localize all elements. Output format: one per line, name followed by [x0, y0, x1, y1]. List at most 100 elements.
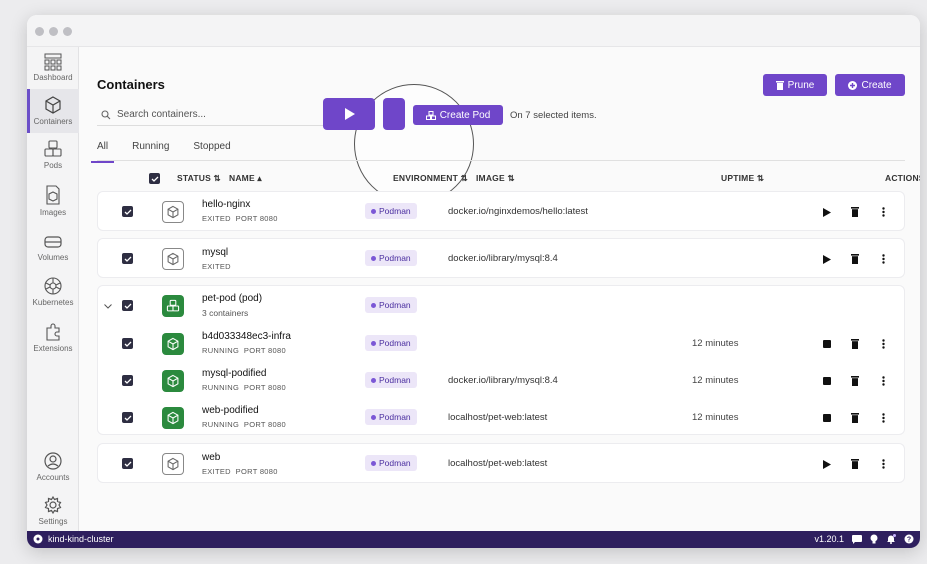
close-window-button[interactable] [35, 27, 44, 36]
play-icon[interactable] [821, 206, 833, 218]
stop-icon[interactable] [821, 375, 833, 387]
app-window: Dashboard Containers Pods Images Volumes… [27, 15, 920, 548]
pod-name[interactable]: pet-pod (pod) [202, 293, 262, 304]
column-environment-label: ENVIRONMENT [393, 173, 459, 183]
status-bar: kind-kind-cluster v1.20.1 ? [27, 531, 920, 548]
container-icon [45, 96, 61, 114]
more-options-icon[interactable] [877, 253, 889, 265]
container-name[interactable]: mysql-podified [202, 368, 266, 379]
column-image[interactable]: IMAGE ⇅ [476, 173, 515, 184]
tab-stopped[interactable]: Stopped [193, 135, 230, 157]
row-checkbox[interactable] [122, 253, 133, 264]
lightbulb-icon[interactable] [870, 534, 878, 544]
pod-group: pet-pod (pod) 3 containers Podman b4d033… [97, 285, 905, 435]
sidebar-item-extensions[interactable]: Extensions [27, 322, 79, 364]
play-icon[interactable] [821, 253, 833, 265]
trash-icon[interactable] [849, 412, 861, 424]
minimize-window-button[interactable] [49, 27, 58, 36]
uptime: 12 minutes [692, 375, 739, 386]
table-row[interactable]: web EXITED PORT 8080 Podman localhost/pe… [97, 443, 905, 483]
more-options-icon[interactable] [877, 412, 889, 424]
row-checkbox[interactable] [122, 412, 133, 423]
row-checkbox[interactable] [122, 338, 133, 349]
bulk-action-button[interactable] [383, 98, 405, 130]
checkmark-icon [124, 378, 131, 384]
tab-running[interactable]: Running [132, 135, 169, 157]
container-name[interactable]: hello-nginx [202, 199, 250, 210]
sidebar-item-containers[interactable]: Containers [27, 89, 79, 133]
play-icon[interactable] [821, 458, 833, 470]
container-exited-icon [162, 201, 184, 223]
chat-icon[interactable] [852, 534, 862, 544]
help-icon[interactable]: ? [904, 534, 914, 544]
row-checkbox[interactable] [122, 458, 133, 469]
sort-up-icon: ▴ [257, 173, 262, 183]
more-options-icon[interactable] [877, 458, 889, 470]
tab-all[interactable]: All [90, 135, 115, 163]
sidebar-item-accounts[interactable]: Accounts [27, 451, 79, 491]
trash-icon[interactable] [849, 206, 861, 218]
prune-button[interactable]: Prune [763, 74, 827, 96]
container-name[interactable]: b4d033348ec3-infra [202, 331, 291, 342]
container-name[interactable]: mysql [202, 247, 228, 258]
trash-icon [775, 80, 784, 90]
create-button[interactable]: Create [835, 74, 905, 96]
checkmark-icon [151, 176, 158, 182]
sidebar-item-pods[interactable]: Pods [27, 139, 79, 179]
bell-icon[interactable] [886, 534, 896, 544]
podman-dot-icon [371, 340, 376, 346]
environment-badge: Podman [365, 409, 417, 425]
environment-badge: Podman [365, 335, 417, 351]
stop-icon[interactable] [821, 338, 833, 350]
extensions-icon [46, 323, 60, 341]
sidebar-item-kubernetes[interactable]: Kubernetes [27, 276, 79, 318]
column-name[interactable]: NAME ▴ [229, 173, 262, 184]
row-checkbox[interactable] [122, 375, 133, 386]
select-all-checkbox[interactable] [149, 173, 160, 184]
container-running-icon [162, 407, 184, 429]
trash-icon[interactable] [849, 458, 861, 470]
column-status[interactable]: STATUS ⇅ [177, 173, 221, 184]
container-name[interactable]: web-podified [202, 405, 259, 416]
stop-icon[interactable] [821, 412, 833, 424]
sidebar-item-settings[interactable]: Settings [27, 495, 79, 533]
podman-dot-icon [371, 377, 376, 383]
trash-icon[interactable] [849, 375, 861, 387]
chevron-down-icon[interactable] [102, 300, 114, 312]
sidebar-item-label: Settings [38, 517, 68, 526]
container-name[interactable]: web [202, 452, 220, 463]
search-input[interactable]: Search containers... [97, 104, 357, 126]
checkmark-icon [124, 209, 131, 215]
column-environment[interactable]: ENVIRONMENT ⇅ [393, 173, 468, 184]
sidebar-item-volumes[interactable]: Volumes [27, 233, 79, 271]
container-exited-icon [162, 453, 184, 475]
container-running-icon [162, 370, 184, 392]
sidebar-item-dashboard[interactable]: Dashboard [27, 51, 79, 87]
kubernetes-context[interactable]: kind-kind-cluster [33, 534, 114, 544]
trash-icon[interactable] [849, 253, 861, 265]
column-uptime[interactable]: UPTIME ⇅ [721, 173, 764, 184]
sidebar-item-images[interactable]: Images [27, 184, 79, 224]
create-pod-button[interactable]: Create Pod [413, 105, 503, 125]
environment-badge: Podman [365, 203, 417, 219]
table-row[interactable]: mysql EXITED Podman docker.io/library/my… [97, 238, 905, 278]
sidebar-item-label: Accounts [36, 473, 70, 482]
container-state: RUNNING PORT 8080 [202, 346, 286, 355]
column-actions: ACTIONS [885, 173, 920, 183]
podman-dot-icon [371, 414, 376, 420]
row-checkbox[interactable] [122, 300, 133, 311]
table-row[interactable]: hello-nginx EXITED PORT 8080 Podman dock… [97, 191, 905, 231]
more-options-icon[interactable] [877, 375, 889, 387]
container-exited-icon [162, 248, 184, 270]
container-state: EXITED [202, 262, 231, 271]
more-options-icon[interactable] [877, 206, 889, 218]
row-checkbox[interactable] [122, 206, 133, 217]
column-image-label: IMAGE [476, 173, 505, 183]
trash-icon[interactable] [849, 338, 861, 350]
image-name: docker.io/nginxdemos/hello:latest [448, 206, 588, 217]
play-icon [344, 108, 355, 120]
more-options-icon[interactable] [877, 338, 889, 350]
version-label[interactable]: v1.20.1 [814, 534, 844, 544]
maximize-window-button[interactable] [63, 27, 72, 36]
start-selected-button[interactable] [323, 98, 375, 130]
